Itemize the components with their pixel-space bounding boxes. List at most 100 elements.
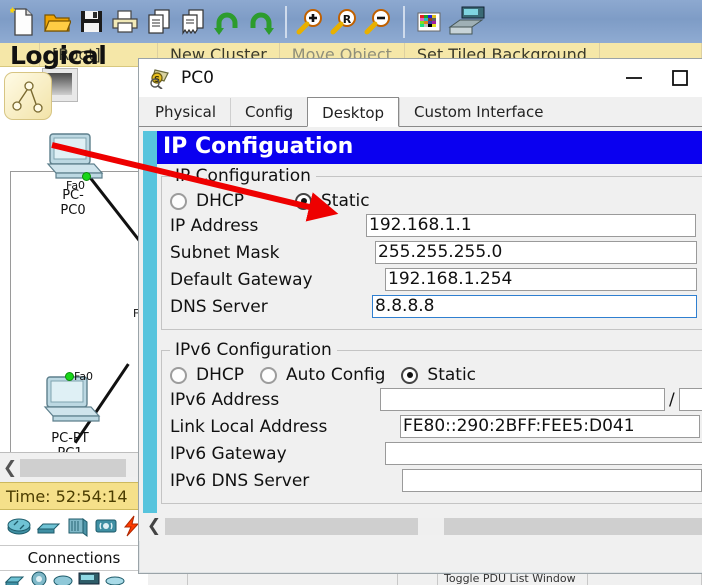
svg-text:R: R: [343, 13, 352, 26]
tab-custom-interface[interactable]: Custom Interface: [399, 98, 558, 126]
radio-ipv4-dhcp-label: DHCP: [196, 191, 244, 211]
tab-desktop[interactable]: Desktop: [307, 97, 400, 127]
ipv6-mode-radios: DHCP Auto Config Static: [170, 365, 702, 385]
copy-icon[interactable]: [142, 3, 176, 41]
cloud-icon[interactable]: [104, 571, 126, 585]
field-row-default-gateway: Default Gateway 192.168.1.254: [170, 267, 702, 292]
field-row-ip-address: IP Address 192.168.1.1: [170, 213, 702, 238]
main-toolbar: R: [0, 0, 702, 43]
connections-section-label: Connections: [0, 545, 148, 571]
dialog-titlebar[interactable]: S PC0: [139, 59, 702, 97]
field-row-link-local-address: Link Local Address FE80::290:2BFF:FEE5:D…: [170, 414, 702, 439]
dialog-hscrollbar[interactable]: ❮: [143, 513, 702, 539]
wireless-icon[interactable]: [93, 515, 119, 541]
input-subnet-mask[interactable]: 255.255.255.0: [375, 241, 697, 264]
switch-icon[interactable]: [35, 515, 61, 541]
save-disk-icon[interactable]: [74, 3, 108, 41]
dialog-scroll-left-arrow-icon[interactable]: ❮: [143, 516, 165, 536]
device-node-pc1[interactable]: PC-PT PC1: [22, 375, 118, 461]
logical-view-icon[interactable]: [4, 72, 52, 120]
radio-dot-icon: [170, 192, 187, 210]
radio-dot-icon: [260, 366, 277, 384]
toolbar-separator-1: [285, 5, 287, 38]
input-ip-address[interactable]: 192.168.1.1: [366, 214, 696, 237]
redo-icon[interactable]: [244, 3, 278, 41]
radio-ipv6-dhcp[interactable]: DHCP: [170, 365, 244, 385]
desktop-app-sidebar: [143, 131, 157, 537]
ipv6-group-legend: IPv6 Configuration: [170, 340, 337, 360]
scroll-track[interactable]: [20, 458, 146, 477]
device-name-label-pc0: PC0: [60, 203, 86, 218]
zoom-out-icon[interactable]: [362, 3, 396, 41]
ipv4-group-legend: IP Configuration: [170, 166, 316, 186]
packet-tracer-window: R [Root] New Cluster Move Object Set Til…: [0, 0, 702, 585]
copper-straight-icon[interactable]: [4, 571, 26, 585]
ipv6-configuration-group: IPv6 Configuration DHCP Auto Config Stat…: [161, 340, 702, 504]
port-label-pc0: Fa0: [66, 179, 86, 192]
custom-device-icon[interactable]: [446, 3, 488, 41]
field-row-ipv6-gateway: IPv6 Gateway: [170, 441, 702, 466]
link-status-dot-pc1: [65, 372, 74, 381]
dialog-scroll-track[interactable]: [165, 517, 702, 535]
radio-ipv6-dhcp-label: DHCP: [196, 365, 244, 385]
label-dns-server: DNS Server: [170, 296, 268, 317]
fiber-icon[interactable]: [52, 571, 74, 585]
field-row-dns-server: DNS Server 8.8.8.8: [170, 294, 702, 319]
input-default-gateway[interactable]: 192.168.1.254: [385, 268, 697, 291]
serial-device-icon[interactable]: [77, 571, 101, 585]
undo-icon[interactable]: [210, 3, 244, 41]
radio-ipv4-static[interactable]: Static: [295, 191, 370, 211]
ipv6-prefix-slash: /: [669, 389, 675, 410]
label-ip-address: IP Address: [170, 215, 259, 236]
ip-configuration-panel: IP Configuation IP Configuration DHCP St…: [157, 131, 702, 537]
device-node-pc0[interactable]: PC- PC0: [30, 132, 116, 218]
radio-dot-icon: [401, 366, 419, 384]
device-type-label-pc1: PC-PT: [51, 431, 89, 446]
tab-physical[interactable]: Physical: [141, 98, 231, 126]
port-label-pc1: Fa0: [74, 370, 94, 383]
label-subnet-mask: Subnet Mask: [170, 242, 280, 263]
workspace-hscrollbar[interactable]: ❮: [0, 452, 148, 482]
label-ipv6-address: IPv6 Address: [170, 389, 280, 410]
palette-icon[interactable]: [412, 3, 446, 41]
zoom-in-icon[interactable]: [294, 3, 328, 41]
link-status-dot-pc0: [82, 172, 91, 181]
label-ipv6-gateway: IPv6 Gateway: [170, 443, 287, 464]
input-ipv6-address[interactable]: [380, 388, 665, 411]
router-icon[interactable]: [6, 515, 32, 541]
ip-configuration-header: IP Configuation: [157, 131, 702, 164]
pc0-properties-dialog: S PC0 Physical Config Desktop Custom Int…: [138, 58, 702, 574]
maximize-button[interactable]: [657, 63, 702, 93]
ipv4-configuration-group: IP Configuration DHCP Static IP Address: [161, 166, 702, 330]
paste-icon[interactable]: [176, 3, 210, 41]
input-dns-server[interactable]: 8.8.8.8: [372, 295, 697, 318]
field-row-ipv6-address: IPv6 Address /: [170, 387, 702, 412]
new-file-icon[interactable]: [6, 3, 40, 41]
dialog-title-label: PC0: [181, 68, 214, 88]
hub-icon[interactable]: [64, 515, 90, 541]
radio-dot-icon: [295, 192, 312, 210]
window-controls: [611, 63, 702, 93]
connections-label: Connections: [27, 549, 121, 567]
view-mode-label: Logical: [10, 41, 107, 70]
radio-ipv4-dhcp[interactable]: DHCP: [170, 191, 295, 211]
radio-ipv6-static[interactable]: Static: [401, 365, 476, 385]
radio-ipv6-auto-config[interactable]: Auto Config: [260, 365, 385, 385]
print-icon[interactable]: [108, 3, 142, 41]
input-link-local-address[interactable]: FE80::290:2BFF:FEE5:D041: [400, 415, 700, 438]
open-folder-icon[interactable]: [40, 3, 74, 41]
scroll-left-arrow-icon[interactable]: ❮: [0, 458, 20, 478]
ipv4-mode-radios: DHCP Static: [170, 191, 702, 211]
minimize-button[interactable]: [611, 63, 657, 93]
tab-config[interactable]: Config: [230, 98, 308, 126]
simulation-time-label: Time: 52:54:14: [6, 486, 128, 506]
input-ipv6-gateway[interactable]: [385, 442, 702, 465]
input-ipv6-dns-server[interactable]: [402, 469, 702, 492]
input-ipv6-prefix-length[interactable]: [678, 388, 702, 411]
label-default-gateway: Default Gateway: [170, 269, 313, 290]
copper-crossover-icon[interactable]: [29, 571, 49, 585]
dialog-scroll-thumb[interactable]: [417, 517, 444, 535]
device-type-palette: [0, 511, 148, 545]
simulation-time-bar: Time: 52:54:14: [0, 482, 148, 510]
zoom-reset-icon[interactable]: R: [328, 3, 362, 41]
